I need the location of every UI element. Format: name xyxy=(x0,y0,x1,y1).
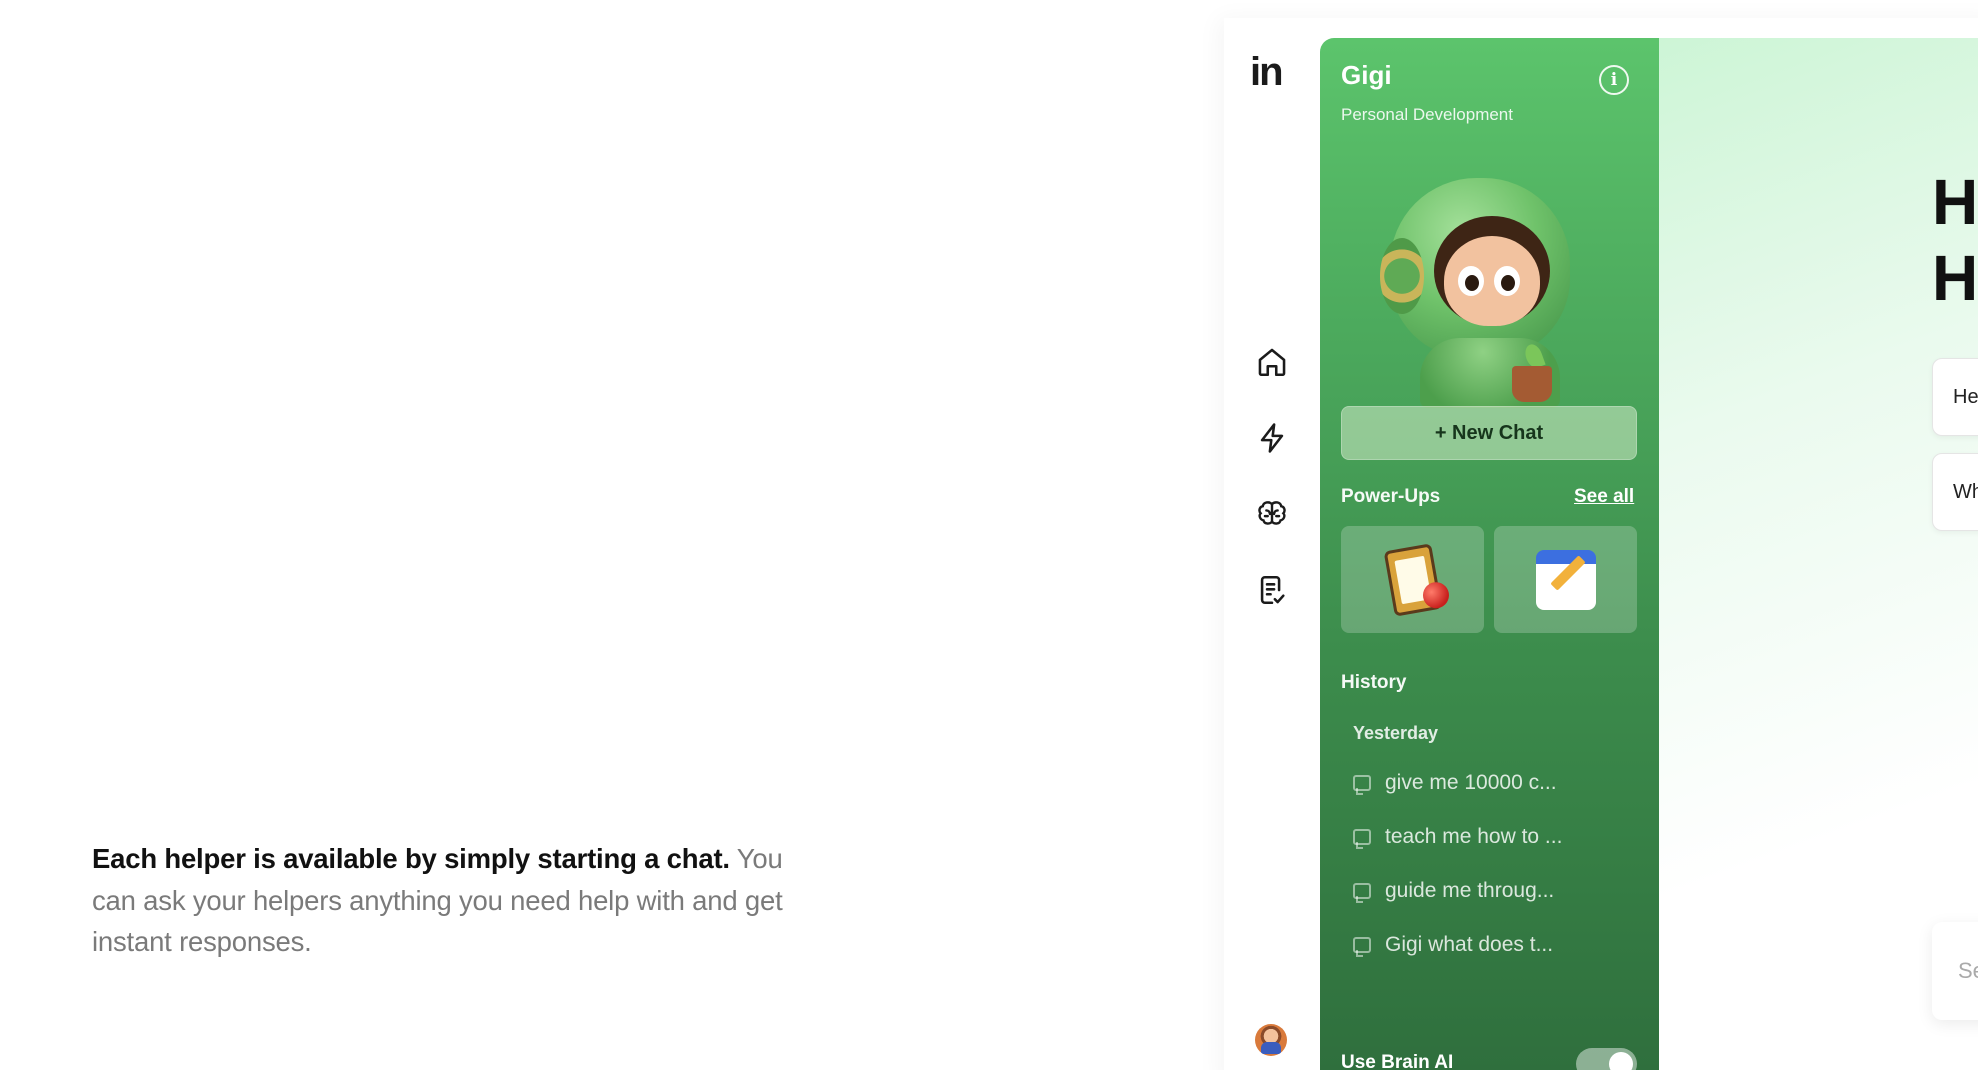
nav-tasks[interactable] xyxy=(1246,564,1298,616)
apple-icon xyxy=(1420,579,1451,610)
home-icon xyxy=(1258,348,1286,377)
calendar-pencil-icon xyxy=(1535,549,1596,610)
nav-power-ups[interactable] xyxy=(1246,412,1298,464)
helper-panel: Gigi Personal Development i + New Chat P… xyxy=(1320,38,1659,1070)
nav-brain[interactable] xyxy=(1246,488,1298,540)
mascot-plant-pot xyxy=(1512,366,1552,402)
chat-bubble-icon xyxy=(1353,937,1371,957)
history-item-label: give me 10000 c... xyxy=(1385,771,1557,794)
toggle-knob xyxy=(1609,1052,1633,1070)
brain-icon xyxy=(1258,501,1286,525)
brain-ai-label: Use Brain AI xyxy=(1341,1052,1454,1070)
history-item[interactable]: give me 10000 c... xyxy=(1353,768,1557,798)
feature-caption: Each helper is available by simply start… xyxy=(92,838,792,963)
power-up-tile-checklist[interactable] xyxy=(1341,526,1484,633)
power-ups-heading: Power-Ups xyxy=(1341,486,1441,507)
info-icon[interactable]: i xyxy=(1599,65,1629,95)
helper-category: Personal Development xyxy=(1341,105,1513,124)
checklist-icon xyxy=(1260,575,1285,605)
history-item-label: guide me throug... xyxy=(1385,879,1555,902)
pencil-icon xyxy=(1549,554,1586,591)
history-group-label: Yesterday xyxy=(1353,723,1439,743)
greeting-line-1: He xyxy=(1932,166,1978,238)
history-item[interactable]: teach me how to ... xyxy=(1353,822,1562,852)
caption-strong: Each helper is available by simply start… xyxy=(92,843,730,874)
mascot-eye-left xyxy=(1458,266,1484,296)
icon-rail: in xyxy=(1224,18,1320,1070)
chat-main-area xyxy=(1659,38,1978,1070)
mascot-helmet-ring xyxy=(1380,238,1424,314)
app-logo[interactable]: in xyxy=(1250,50,1284,95)
chat-bubble-icon xyxy=(1353,829,1371,849)
chat-bubble-icon xyxy=(1353,775,1371,795)
mascot-eye-right xyxy=(1494,266,1520,296)
history-item-label: teach me how to ... xyxy=(1385,825,1563,848)
chat-bubble-icon xyxy=(1353,883,1371,903)
message-input[interactable]: Se xyxy=(1932,922,1978,1020)
nav-home[interactable] xyxy=(1246,336,1298,388)
suggestion-card[interactable]: He xyxy=(1932,358,1978,436)
lightning-icon xyxy=(1260,423,1284,453)
user-avatar[interactable] xyxy=(1255,1024,1287,1056)
power-up-tile-planner[interactable] xyxy=(1494,526,1637,633)
page: Each helper is available by simply start… xyxy=(0,0,1978,1070)
history-item-label: Gigi what does t... xyxy=(1385,933,1554,956)
see-all-link[interactable]: See all xyxy=(1574,486,1634,508)
history-item[interactable]: guide me throug... xyxy=(1353,876,1554,906)
helper-mascot-image xyxy=(1380,178,1590,408)
history-item[interactable]: Gigi what does t... xyxy=(1353,930,1553,960)
brain-ai-toggle[interactable] xyxy=(1576,1048,1637,1070)
greeting-line-2: He xyxy=(1932,242,1978,314)
history-heading: History xyxy=(1341,672,1407,693)
new-chat-button[interactable]: + New Chat xyxy=(1341,406,1637,460)
clipboard-apple-icon xyxy=(1383,542,1451,617)
suggestion-card[interactable]: Wh xyxy=(1932,453,1978,531)
helper-name: Gigi xyxy=(1341,60,1392,90)
